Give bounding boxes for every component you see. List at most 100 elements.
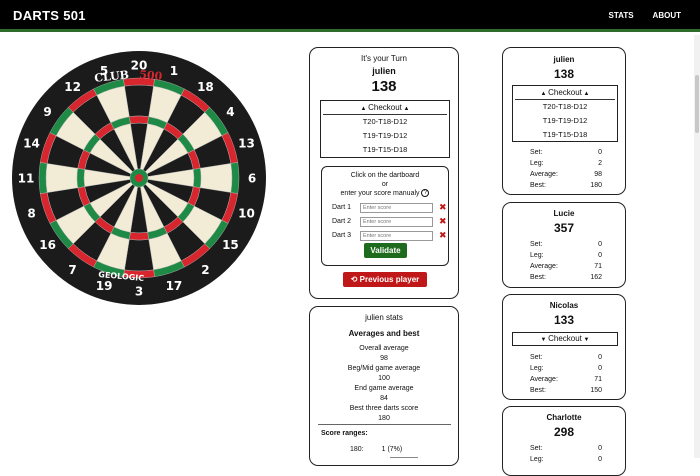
dart-2-input[interactable] [360,216,433,227]
single-outer-3[interactable] [124,239,154,272]
set-value: 0 [598,241,602,248]
dart-3-label: Dart 3 [332,232,352,239]
board-number-2: 2 [201,263,209,277]
scroll-thumb[interactable] [695,75,699,133]
help-icon[interactable]: ? [421,189,430,198]
stat-label: Beg/Mid game average [347,365,421,372]
stat-value: 180 [378,415,390,422]
player-score: 357 [553,221,575,235]
dartboard[interactable]: 20 11841361015217319716811149125 CLUB 500… [11,50,267,306]
player-card-lucie: Lucie 357 Set: 0 Leg: 0 Average: 71 Best: 16… [502,202,626,288]
board-number-4: 4 [226,105,234,119]
single-outer-6[interactable] [200,163,233,193]
dart-3-input[interactable] [360,230,433,241]
board-number-10: 10 [238,206,255,220]
navbar: DARTS 501 STATS ABOUT [0,0,700,32]
double-11[interactable] [38,162,48,194]
hint-line: or [381,181,389,188]
bullseye[interactable] [135,174,143,182]
page-scrollbar[interactable] [694,35,700,458]
player-card-charlotte: Charlotte 298 Set: 0 Leg: 0 [502,406,626,476]
set-value: 0 [598,354,602,361]
best-value: 150 [590,387,602,394]
current-player-name: julien [372,66,396,76]
board-number-16: 16 [39,238,56,252]
player-score: 298 [553,425,575,439]
current-player-score: 138 [371,78,397,95]
leg-label: Leg: [530,252,544,259]
triple-11[interactable] [76,168,85,188]
leg-label: Leg: [530,456,544,463]
checkout-option: T20-T18-D12 [362,117,408,126]
stats-subtitle: Averages and best [348,329,420,338]
score-entry-panel: Click on the dartboard or enter your sco… [321,166,449,266]
checkout-toggle[interactable]: Checkout [513,88,617,97]
triple-20[interactable] [129,115,149,124]
hint-line-text: enter your score manualy [340,190,420,197]
player-score: 138 [553,67,575,81]
clear-dart-2-icon[interactable]: ✖ [439,216,447,227]
nav-link-stats[interactable]: STATS [609,11,634,20]
player-stats: Set: 0 Leg: 0 Average: 71 Best: 150 [530,352,602,396]
validate-button[interactable]: Validate [364,243,407,258]
average-label: Average: [530,263,558,270]
checkout-toggle[interactable]: Checkout [321,103,449,112]
brand-title[interactable]: DARTS 501 [13,8,86,23]
score-entry-hint: Click on the dartboard or enter your sco… [322,171,448,198]
clear-dart-3-icon[interactable]: ✖ [439,230,447,241]
checkout-option: T19-T15-D18 [362,145,408,154]
triple-6[interactable] [193,168,202,188]
score-range-label: 180: [350,446,364,453]
player-name: julien [553,55,575,64]
checkout-panel: Checkout [512,332,618,346]
previous-player-label: Previous player [359,275,420,284]
board-number-12: 12 [64,80,81,94]
undo-icon: ⟲ [350,275,358,284]
triple-3[interactable] [129,232,149,241]
best-value: 162 [590,274,602,281]
single-outer-11[interactable] [45,163,78,193]
score-ranges-title: Score ranges: [321,430,368,437]
leg-value: 0 [598,252,602,259]
dart-1-input[interactable] [360,202,433,213]
stat-label: Overall average [359,345,409,352]
player-stats: Set: 0 Leg: 0 Average: 71 Best: 162 [530,239,602,283]
player-stats: Set: 0 Leg: 0 [530,443,602,465]
average-value: 71 [594,263,602,270]
board-number-19: 19 [96,279,113,293]
checkout-option: T19-T15-D18 [542,130,588,139]
set-label: Set: [530,354,543,361]
stats-title: julien stats [365,313,403,322]
leg-value: 2 [598,160,602,167]
divider [318,424,451,425]
board-number-11: 11 [18,172,35,186]
score-range-row: 180: 1 (7%) [350,446,402,453]
average-label: Average: [530,171,558,178]
board-number-7: 7 [68,263,76,277]
dart-2-label: Dart 2 [332,218,352,225]
dart-1-label: Dart 1 [332,204,352,211]
double-6[interactable] [230,162,240,194]
checkout-toggle[interactable]: Checkout [513,334,617,343]
stat-label: End game average [354,385,414,392]
stat-value: 84 [380,395,388,402]
logo-500: 500 [139,68,163,83]
stats-lines: Overall average 98 Beg/Mid game average … [310,344,458,424]
checkout-panel: Checkout T20-T18-D12 T19-T19-D12 T19-T15… [320,100,450,158]
board-number-15: 15 [222,238,239,252]
nav-link-about[interactable]: ABOUT [653,11,681,20]
leg-label: Leg: [530,160,544,167]
checkout-panel: Checkout T20-T18-D12 T19-T19-D12 T19-T15… [512,85,618,142]
single-outer-20[interactable] [124,84,154,117]
board-number-14: 14 [23,137,40,151]
leg-label: Leg: [530,365,544,372]
player-name: Lucie [553,209,575,218]
stat-label: Best three darts score [349,405,419,412]
leg-value: 0 [598,456,602,463]
board-number-6: 6 [248,172,256,186]
clear-dart-1-icon[interactable]: ✖ [439,202,447,213]
board-number-3: 3 [135,285,143,299]
turn-title: It's your Turn [361,54,407,63]
checkout-option: T20-T18-D12 [542,102,588,111]
previous-player-button[interactable]: ⟲ Previous player [343,272,427,287]
